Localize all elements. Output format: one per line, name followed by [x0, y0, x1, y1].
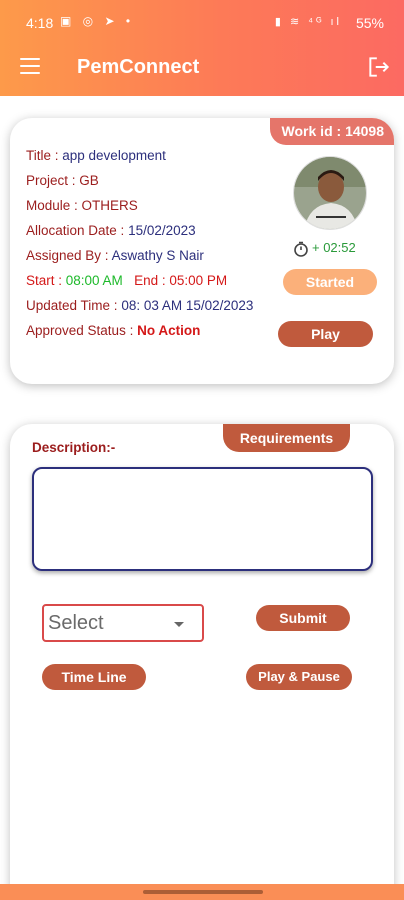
title-row: Title : app development: [26, 148, 253, 173]
play-button[interactable]: Play: [278, 321, 373, 347]
start-value: 08:00 AM: [65, 273, 123, 288]
play-pause-button[interactable]: Play & Pause: [246, 664, 352, 690]
description-label: Description:-: [32, 440, 116, 455]
stopwatch-icon: [294, 241, 308, 257]
start-label: Start :: [26, 273, 66, 288]
work-id-badge: Work id : 14098: [269, 118, 394, 145]
module-row: Module : OTHERS: [26, 198, 253, 223]
updated-label: Updated Time :: [26, 298, 122, 313]
allocation-row: Allocation Date : 15/02/2023: [26, 223, 253, 248]
elapsed-timer: + 02:52: [293, 240, 356, 257]
updated-row: Updated Time : 08: 03 AM 15/02/2023: [26, 298, 253, 323]
hamburger-menu-icon[interactable]: [20, 58, 40, 74]
status-select[interactable]: Select: [42, 604, 204, 642]
updated-value: 08: 03 AM 15/02/2023: [121, 298, 254, 313]
home-indicator[interactable]: [143, 890, 263, 894]
submit-button[interactable]: Submit: [256, 605, 350, 631]
started-status-button[interactable]: Started: [283, 269, 377, 295]
module-value: OTHERS: [81, 198, 138, 213]
task-card: Work id : 14098 Title : app development …: [10, 118, 394, 384]
requirements-card: Requirements Description:- Select Submit…: [10, 424, 394, 900]
approved-value: No Action: [137, 323, 201, 338]
timer-value: + 02:52: [312, 240, 356, 255]
end-label: End :: [134, 273, 170, 288]
dropdown-caret-icon: [174, 622, 184, 627]
end-value: 05:00 PM: [169, 273, 228, 288]
allocation-value: 15/02/2023: [128, 223, 196, 238]
select-value: Select: [48, 612, 104, 634]
task-info: Title : app development Project : GB Mod…: [26, 148, 253, 348]
project-label: Project :: [26, 173, 80, 188]
timeline-button[interactable]: Time Line: [42, 664, 146, 690]
logout-icon[interactable]: [366, 54, 392, 80]
avatar: [293, 156, 367, 230]
time-range-row: Start : 08:00 AM End : 05:00 PM: [26, 273, 253, 298]
project-value: GB: [79, 173, 99, 188]
title-label: Title :: [26, 148, 63, 163]
app-title: PemConnect: [77, 56, 200, 78]
notification-icons: ▣ ◎ ➤ •: [60, 14, 135, 28]
project-row: Project : GB: [26, 173, 253, 198]
allocation-label: Allocation Date :: [26, 223, 129, 238]
assigned-label: Assigned By :: [26, 248, 112, 263]
status-time: 4:18: [26, 15, 54, 31]
battery-level: 55%: [355, 15, 384, 31]
description-input[interactable]: [32, 467, 373, 571]
navigation-bar: [0, 884, 404, 900]
requirements-tab[interactable]: Requirements: [223, 424, 350, 452]
signal-icons: ▮ ≋ ⁴ᴳ ıl: [274, 16, 342, 28]
module-label: Module :: [26, 198, 82, 213]
app-header: 4:18 ▣ ◎ ➤ • ▮ ≋ ⁴ᴳ ıl 55% PemConnect: [0, 0, 404, 96]
assigned-value: Aswathy S Nair: [111, 248, 204, 263]
title-value: app development: [62, 148, 166, 163]
approved-label: Approved Status :: [26, 323, 138, 338]
approved-row: Approved Status : No Action: [26, 323, 253, 348]
status-bar: 4:18 ▣ ◎ ➤ • ▮ ≋ ⁴ᴳ ıl 55%: [0, 0, 404, 44]
assigned-row: Assigned By : Aswathy S Nair: [26, 248, 253, 273]
